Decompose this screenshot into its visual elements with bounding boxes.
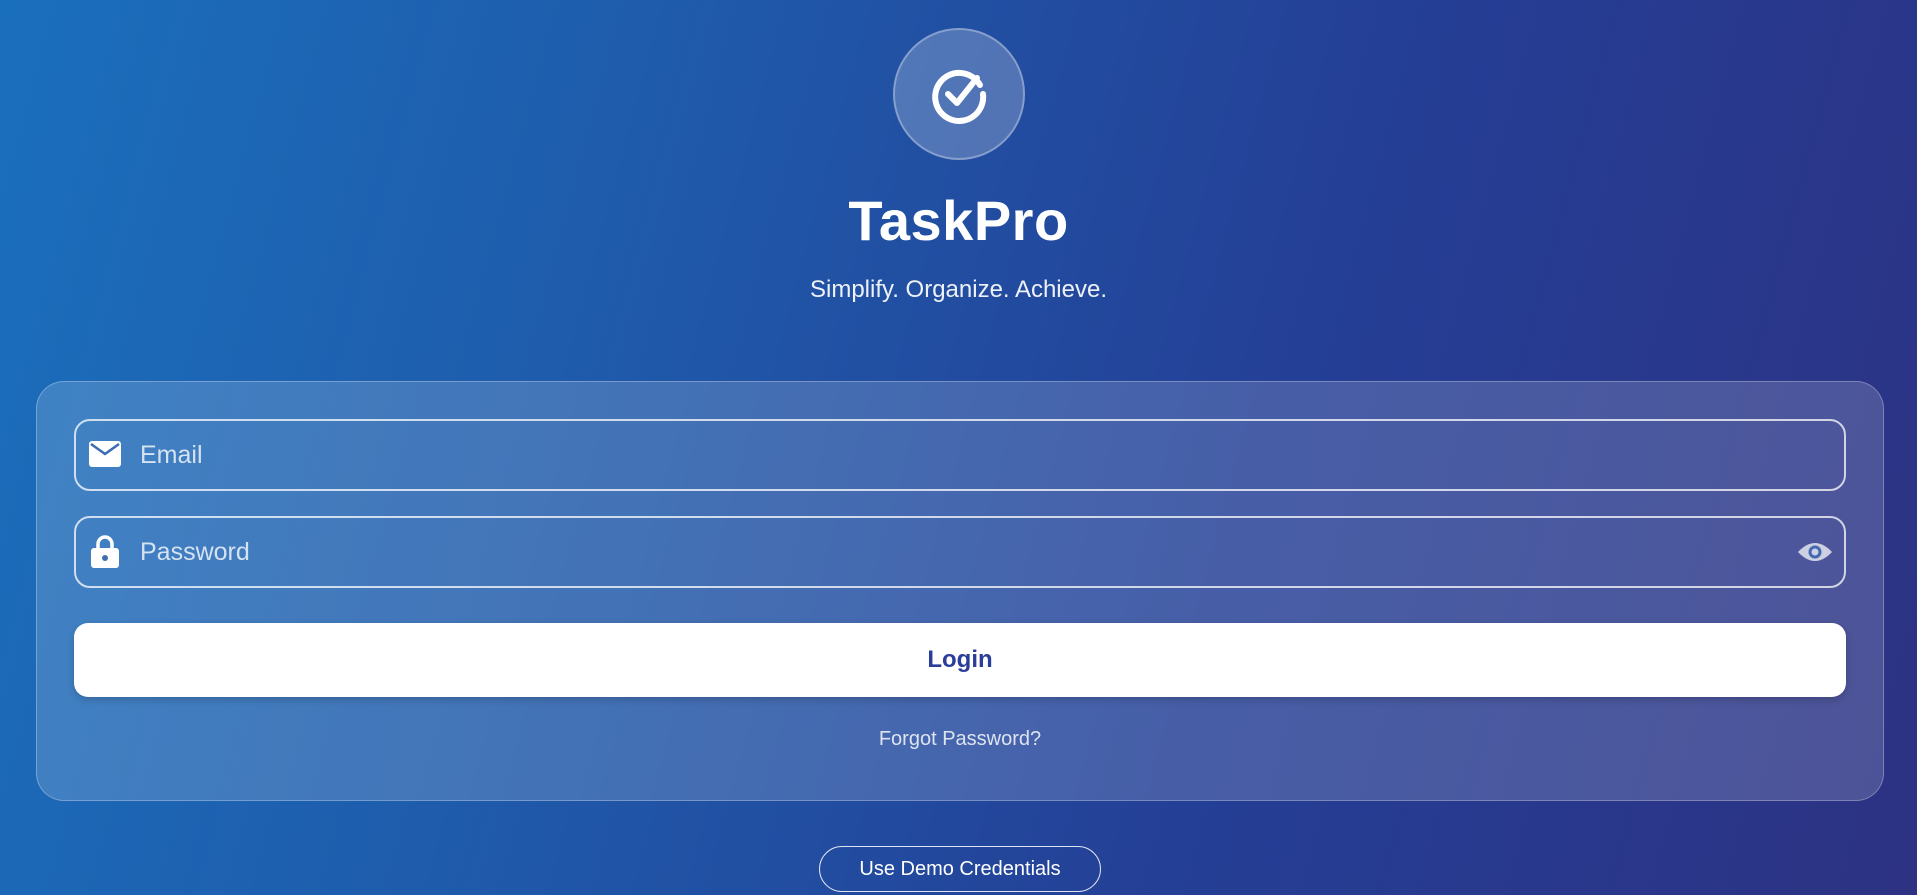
demo-credentials-button[interactable]: Use Demo Credentials [819, 846, 1101, 892]
check-circle-icon [932, 69, 987, 124]
mail-icon [88, 437, 122, 471]
password-field[interactable] [74, 516, 1846, 588]
login-button[interactable]: Login [74, 623, 1846, 697]
lock-icon [88, 534, 122, 568]
forgot-password-link[interactable]: Forgot Password? [37, 728, 1883, 751]
email-field[interactable] [74, 419, 1846, 491]
app-tagline: Simplify. Organize. Achieve. [809, 276, 1107, 303]
login-card: Login Forgot Password? [36, 381, 1884, 801]
app-logo [893, 28, 1025, 160]
email-input[interactable] [140, 421, 1780, 489]
eye-icon[interactable] [1796, 534, 1834, 570]
app-title: TaskPro [848, 189, 1069, 252]
password-input[interactable] [140, 518, 1780, 586]
